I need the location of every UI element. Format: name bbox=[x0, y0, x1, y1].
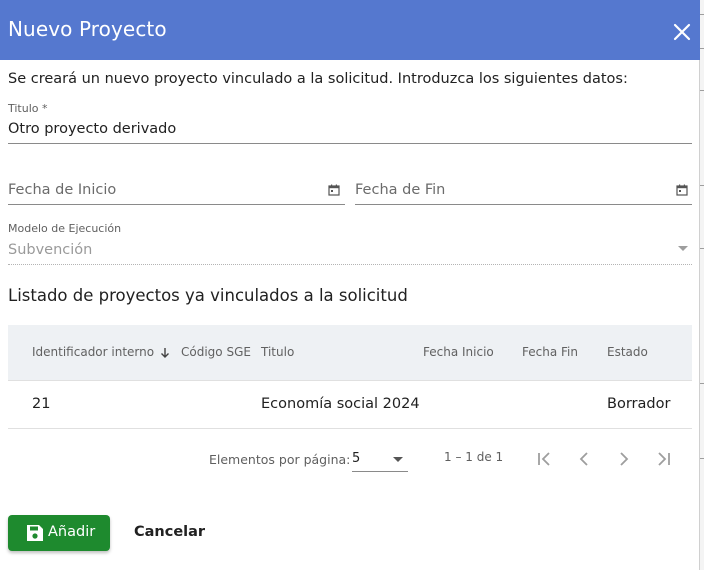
cancel-button-label: Cancelar bbox=[134, 524, 206, 540]
table-row[interactable]: 21 Economía social 2024 Borrador bbox=[8, 381, 692, 429]
fecha-fin-underline bbox=[355, 204, 692, 205]
chevron-down-icon bbox=[393, 457, 403, 462]
titulo-underline bbox=[8, 143, 692, 144]
paginator-range-label: 1 – 1 de 1 bbox=[444, 450, 504, 464]
chevron-down-icon bbox=[678, 246, 688, 251]
new-project-dialog: Nuevo Proyecto Se creará un nuevo proyec… bbox=[0, 0, 700, 570]
page-size-value: 5 bbox=[352, 451, 361, 466]
arrow-down-icon bbox=[161, 348, 169, 358]
first-page-icon[interactable] bbox=[532, 447, 556, 471]
titulo-input[interactable]: Otro proyecto derivado bbox=[8, 121, 176, 137]
items-per-page-label: Elementos por página: bbox=[209, 452, 351, 467]
dialog-title: Nuevo Proyecto bbox=[8, 17, 167, 41]
cell-titulo: Economía social 2024 bbox=[261, 396, 420, 412]
cancel-button[interactable]: Cancelar bbox=[122, 515, 212, 551]
save-icon bbox=[27, 525, 43, 541]
fecha-fin-input[interactable]: Fecha de Fin bbox=[355, 182, 445, 198]
close-icon[interactable] bbox=[670, 20, 694, 44]
modelo-ejecucion-label: Modelo de Ejecución bbox=[8, 222, 122, 235]
add-button-label: Añadir bbox=[48, 524, 96, 540]
column-header-estado[interactable]: Estado bbox=[607, 345, 648, 359]
column-header-titulo[interactable]: Titulo bbox=[261, 345, 294, 359]
chevron-left-icon[interactable] bbox=[572, 447, 596, 471]
column-header-identificador[interactable]: Identificador interno bbox=[32, 345, 154, 359]
titulo-label: Titulo * bbox=[8, 102, 48, 115]
calendar-icon[interactable] bbox=[676, 184, 688, 196]
dialog-intro-text: Se creará un nuevo proyecto vinculado a … bbox=[8, 71, 628, 87]
fecha-inicio-input[interactable]: Fecha de Inicio bbox=[8, 182, 116, 198]
last-page-icon[interactable] bbox=[652, 447, 676, 471]
table-header-row: Identificador interno Código SGE Titulo … bbox=[8, 325, 692, 381]
column-header-codigo-sge[interactable]: Código SGE bbox=[181, 345, 251, 359]
cell-estado: Borrador bbox=[607, 396, 671, 412]
fecha-inicio-underline bbox=[8, 204, 345, 205]
linked-projects-title: Listado de proyectos ya vinculados a la … bbox=[8, 286, 408, 305]
modelo-ejecucion-select: Subvención bbox=[8, 242, 93, 258]
add-button[interactable]: Añadir bbox=[8, 515, 110, 551]
cell-identificador: 21 bbox=[32, 396, 51, 412]
calendar-icon[interactable] bbox=[328, 184, 340, 196]
background-page-edge bbox=[700, 0, 704, 570]
chevron-right-icon[interactable] bbox=[612, 447, 636, 471]
page-size-select[interactable]: 5 bbox=[352, 448, 408, 472]
column-header-fecha-fin[interactable]: Fecha Fin bbox=[522, 345, 578, 359]
column-header-fecha-inicio[interactable]: Fecha Inicio bbox=[423, 345, 494, 359]
modelo-ejecucion-underline bbox=[8, 264, 692, 265]
dialog-header: Nuevo Proyecto bbox=[0, 0, 700, 60]
